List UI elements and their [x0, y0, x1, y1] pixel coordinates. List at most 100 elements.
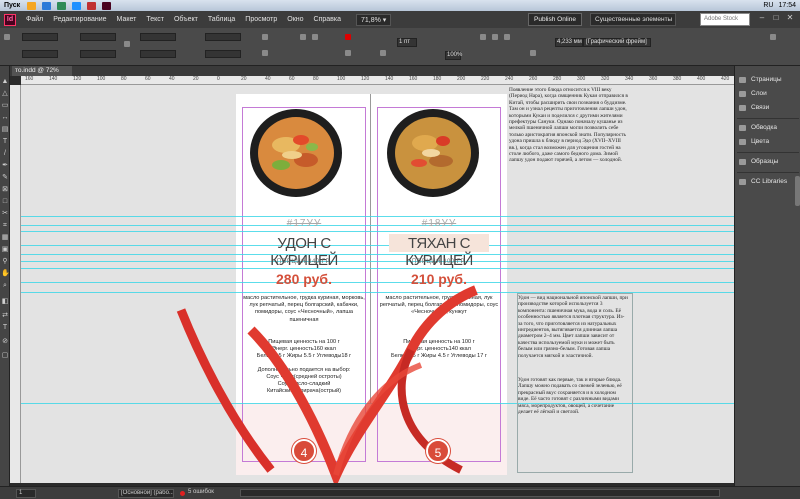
x-field[interactable] [22, 33, 58, 41]
minimize-icon[interactable]: – [756, 12, 768, 24]
rotate-cw-icon[interactable] [262, 34, 268, 40]
guide[interactable] [21, 261, 734, 262]
object-style-select[interactable]: [Графический фрейм] [583, 38, 651, 47]
zoom-tool-icon[interactable]: ⌕ [1, 282, 9, 290]
swap-colors-icon[interactable]: ⇄ [1, 312, 9, 320]
constrain-icon[interactable] [124, 41, 130, 47]
vertical-ruler[interactable] [10, 85, 21, 483]
dish-photo-udon[interactable] [246, 105, 346, 200]
close-icon[interactable]: ✕ [784, 12, 796, 24]
word-icon[interactable] [42, 1, 52, 10]
rectangle-tool-icon[interactable]: □ [1, 198, 9, 206]
width-field[interactable] [80, 33, 116, 41]
reference-point-icon[interactable] [4, 34, 10, 40]
fill-frame-icon[interactable] [492, 34, 498, 40]
pasteboard[interactable]: #17УУ УДОН С КУРИЦЕЙ ПОРЦИЯ 340 ГР. 280 … [21, 85, 734, 483]
menu-table[interactable]: Таблица [203, 16, 240, 23]
scale-y-field[interactable] [140, 50, 176, 58]
shear-field[interactable] [205, 50, 241, 58]
page-number-field[interactable]: 1 [16, 489, 36, 498]
select-content-icon[interactable] [312, 34, 318, 40]
page-tool-icon[interactable]: ▭ [1, 102, 9, 110]
fill-stroke-icon[interactable]: ◧ [1, 298, 9, 306]
menu-layout[interactable]: Макет [112, 16, 142, 23]
guide[interactable] [21, 231, 734, 232]
menu-type[interactable]: Текст [141, 16, 169, 23]
panel-color[interactable]: Цвета [739, 136, 799, 148]
guide[interactable] [21, 216, 734, 217]
flip-icon[interactable] [262, 50, 268, 56]
page-badge-right[interactable]: 5 [426, 439, 450, 463]
language-indicator[interactable]: RU [763, 2, 773, 9]
note-tool-icon[interactable]: ▣ [1, 246, 9, 254]
text-wrap-icon[interactable] [530, 50, 536, 56]
opacity-field[interactable]: 100% [445, 51, 462, 60]
scale-x-field[interactable] [140, 33, 176, 41]
horizontal-ruler[interactable]: 160 140 120 100 80 60 40 20 0 20 40 60 80 100 120 140 16… [21, 76, 734, 85]
panel-stroke[interactable]: Обводка [739, 122, 799, 134]
excel-icon[interactable] [57, 1, 67, 10]
portion-right[interactable]: ПОРЦИЯ 300 ГР. [379, 259, 499, 265]
guide[interactable] [21, 245, 734, 246]
publish-online-button[interactable]: Publish Online [528, 13, 582, 26]
scissors-tool-icon[interactable]: ✂ [1, 210, 9, 218]
panel-swatches[interactable]: Образцы [739, 156, 799, 168]
gradient-tool-icon[interactable]: ▦ [1, 234, 9, 242]
browser-icon[interactable] [72, 1, 82, 10]
menu-object[interactable]: Объект [169, 16, 203, 23]
error-count[interactable]: 5 ошибок [188, 489, 214, 495]
maximize-icon[interactable]: □ [770, 12, 782, 24]
guide[interactable] [21, 225, 734, 226]
panel-menu-icon[interactable] [770, 34, 776, 40]
center-content-icon[interactable] [504, 34, 510, 40]
selection-tool-icon[interactable]: ▲ [1, 78, 9, 86]
document-tab[interactable]: то.indd @ 72% [12, 66, 72, 76]
rect-frame-tool-icon[interactable]: ⊠ [1, 186, 9, 194]
stroke-swatch-icon[interactable] [345, 50, 351, 56]
transform-tool-icon[interactable]: ⌗ [1, 222, 9, 230]
start-button[interactable]: Пуск [0, 2, 24, 9]
height-field[interactable] [80, 50, 116, 58]
preflight-profile-select[interactable]: [Основной] (рабо... [118, 489, 174, 498]
formatting-icon[interactable]: T [1, 324, 9, 332]
direct-selection-tool-icon[interactable]: △ [1, 90, 9, 98]
type-tool-icon[interactable]: T [1, 138, 9, 146]
eyedropper-tool-icon[interactable]: ⚲ [1, 258, 9, 266]
zoom-select[interactable]: 71,8% ▾ [356, 13, 392, 26]
guide[interactable] [21, 268, 734, 269]
page-badge-left[interactable]: 4 [292, 439, 316, 463]
hand-tool-icon[interactable]: ✋ [1, 270, 10, 278]
menu-help[interactable]: Справка [309, 16, 346, 23]
fx-icon[interactable] [380, 50, 386, 56]
panel-layers[interactable]: Слои [739, 88, 799, 100]
pdf-icon[interactable] [87, 1, 97, 10]
side-text-block-1[interactable]: Появление этого блюда относится к VIII в… [509, 87, 631, 164]
menu-window[interactable]: Окно [282, 16, 308, 23]
dish-photo-tyahan[interactable] [383, 105, 483, 200]
panel-scrollbar[interactable] [795, 176, 800, 206]
menu-view[interactable]: Просмотр [240, 16, 282, 23]
guide[interactable] [21, 254, 734, 255]
fitting-icon[interactable] [480, 34, 486, 40]
apply-none-icon[interactable]: ⊘ [1, 338, 9, 346]
pencil-tool-icon[interactable]: ✎ [1, 174, 9, 182]
panel-links[interactable]: Связи [739, 102, 799, 114]
screen-mode-icon[interactable]: ▢ [1, 352, 9, 360]
workspace-select[interactable]: Существенные элементы ▾ [590, 13, 676, 34]
rotate-field[interactable] [205, 33, 241, 41]
menu-file[interactable]: Файл [21, 16, 48, 23]
indesign-icon[interactable] [102, 1, 112, 10]
pen-tool-icon[interactable]: ✒ [1, 162, 9, 170]
menu-edit[interactable]: Редактирование [48, 16, 111, 23]
fill-swatch-icon[interactable] [345, 34, 351, 40]
dish-number-left[interactable]: #17УУ [273, 218, 335, 229]
gap-tool-icon[interactable]: ↔ [1, 114, 9, 122]
dish-number-right[interactable]: #18УУ [408, 218, 470, 229]
line-tool-icon[interactable]: / [1, 150, 9, 158]
portion-left[interactable]: ПОРЦИЯ 340 ГР. [244, 259, 364, 265]
panel-pages[interactable]: Страницы [739, 74, 799, 86]
folder-icon[interactable] [27, 1, 37, 10]
horizontal-scrollbar[interactable] [240, 489, 720, 497]
y-field[interactable] [22, 50, 58, 58]
content-collector-icon[interactable]: ▤ [1, 126, 9, 134]
